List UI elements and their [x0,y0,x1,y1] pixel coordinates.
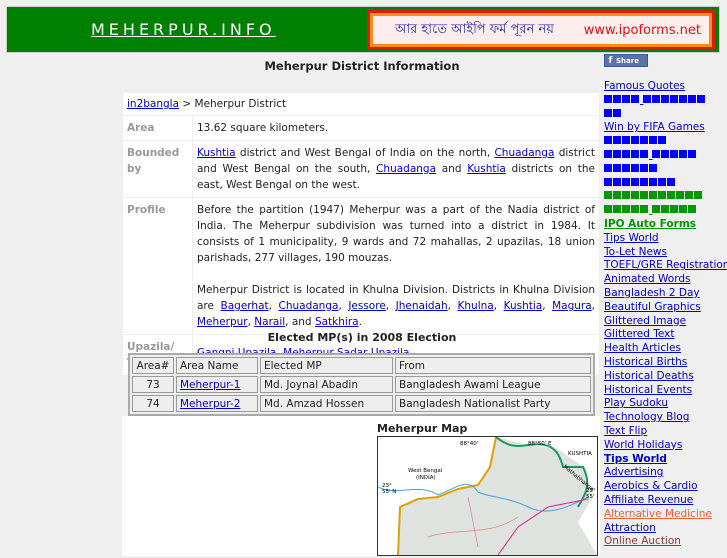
sidebar-link[interactable]: IPO Auto Forms [604,218,724,232]
sidebar-link[interactable]: Play Sudoku [604,397,724,411]
sidebar-link[interactable]: Animated Words [604,273,724,287]
facebook-share-button[interactable]: f Share [604,54,648,67]
ipoforms-banner-ad[interactable]: আর হাতে আইপি ফর্ম পূরন নয় www.ipoforms.… [367,10,715,50]
meherpur-map-image: 88°40' 88°50' E KUSHTIA West Bengal (IND… [377,436,598,556]
district-link[interactable]: Khulna [458,300,494,312]
column-header: Area Name [176,357,258,374]
area-name-link[interactable]: Meherpur-2 [180,398,240,410]
profile-label: Profile [122,197,193,335]
district-link[interactable]: Jhenaidah [396,300,448,312]
svg-text:55': 55' [586,494,595,500]
area-label: Area [122,115,193,141]
district-link[interactable]: Magura [552,300,592,312]
sidebar-link[interactable]: TOEFL/GRE Registration [604,259,727,273]
district-link[interactable]: Bagerhat [221,300,269,312]
sidebar-link-bangla[interactable] [604,108,724,122]
table-row: 73 Meherpur-1 Md. Joynal Abadin Bangladesh … [132,376,591,393]
sidebar-link-bangla[interactable] [604,163,724,177]
sidebar-link[interactable]: Historical Deaths [604,370,724,384]
svg-text:West Bengal: West Bengal [408,468,443,474]
svg-text:(INDIA): (INDIA) [416,475,436,481]
district-link[interactable]: Satkhira [315,316,359,328]
district-link[interactable]: Kushtia [504,300,543,312]
sidebar-link[interactable]: Historical Births [604,356,724,370]
chuadanga-link[interactable]: Chuadanga [494,147,554,159]
sidebar-link[interactable]: Tips World [604,232,724,246]
sidebar-link-fifa[interactable]: Win by FIFA Games [604,121,724,135]
sidebar-link-bangla[interactable] [604,135,724,149]
sidebar-link[interactable]: Glittered Text [604,328,724,342]
sidebar-link[interactable]: World Holidays [604,439,724,453]
sidebar-link[interactable]: Online Auction [604,535,724,549]
kushtia-link[interactable]: Kushtia [197,147,236,159]
sidebar-link[interactable]: Alternative Medicine [604,508,724,522]
column-header: Elected MP [260,357,393,374]
svg-text:55' N: 55' N [382,489,396,495]
district-link[interactable]: Jessore [348,300,385,312]
area-name-link[interactable]: Meherpur-1 [180,379,240,391]
sidebar-link[interactable]: Affiliate Revenue [604,494,724,508]
sidebar: Famous Quotes Win by FIFA Games IPO Auto… [604,80,727,549]
svg-text:88°40': 88°40' [460,441,478,447]
ad-bangla-text: আর হাতে আইপি ফর্ম পূরন নয় [395,21,554,37]
table-row: 74 Meherpur-2 Md. Amzad Hossen Bangladesh N… [132,395,591,412]
sidebar-link-bangla[interactable] [604,94,724,108]
sidebar-link[interactable]: Beautiful Graphics [604,301,724,315]
khulna-districts: Meherpur District is located in Khulna D… [197,284,596,328]
bounded-label: Bounded by [122,140,193,198]
sidebar-link[interactable]: Attraction [604,522,724,536]
mp-section-title: Elected MP(s) in 2008 Election [267,331,457,344]
sidebar-link[interactable]: Advertising [604,466,724,480]
column-header: From [395,357,591,374]
sidebar-link[interactable]: Historical Events [604,384,724,398]
district-link[interactable]: Narail [254,316,285,328]
sidebar-link[interactable]: Health Articles [604,342,724,356]
mp-table: Area# Area Name Elected MP From 73 Meherpur-… [128,353,595,416]
bounded-value: Kushtia district and West Bengal of Indi… [192,140,600,198]
district-link[interactable]: Meherpur [197,316,248,328]
map-title: Meherpur Map [377,422,468,435]
breadcrumb: in2bangla > Meherpur District [122,92,600,116]
area-value: 13.62 square kilometers. [192,115,600,141]
site-logo-link[interactable]: MEHERPUR.INFO [91,20,276,39]
breadcrumb-home-link[interactable]: in2bangla [127,98,179,110]
svg-text:KUSHTIA: KUSHTIA [568,451,592,457]
sidebar-link[interactable]: To-Let News [604,246,724,260]
sidebar-link[interactable]: Tips World [604,453,724,467]
district-link[interactable]: Chuadanga [279,300,339,312]
map-section: Meherpur Map 88°40' 88°50' E KUSHTIA Wes… [122,416,600,556]
sidebar-link-bangla[interactable] [604,204,724,218]
svg-text:88°50' E: 88°50' E [528,441,552,447]
page-title: Meherpur District Information [264,59,460,73]
profile-value: Before the partition (1947) Meherpur was… [192,197,600,335]
sidebar-link[interactable]: Aerobics & Cardio [604,480,724,494]
sidebar-link-bangla[interactable] [604,190,724,204]
sidebar-link[interactable]: Technology Blog [604,411,724,425]
chuadanga-link[interactable]: Chuadanga [376,163,436,175]
sidebar-link-bangla[interactable] [604,177,724,191]
sidebar-link-famous-quotes[interactable]: Famous Quotes [604,80,724,94]
sidebar-link[interactable]: Text Flip [604,425,724,439]
sidebar-link[interactable]: Glittered Image [604,315,724,329]
sidebar-link[interactable]: Bangladesh 2 Day [604,287,724,301]
facebook-icon: f [608,55,613,66]
column-header: Area# [132,357,174,374]
table-header-row: Area# Area Name Elected MP From [132,357,591,374]
site-header: MEHERPUR.INFO আর হাতে আইপি ফর্ম পূরন নয়… [6,6,720,53]
ad-url: www.ipoforms.net [583,22,701,38]
sidebar-link-bangla[interactable] [604,149,724,163]
kushtia-link[interactable]: Kushtia [467,163,506,175]
